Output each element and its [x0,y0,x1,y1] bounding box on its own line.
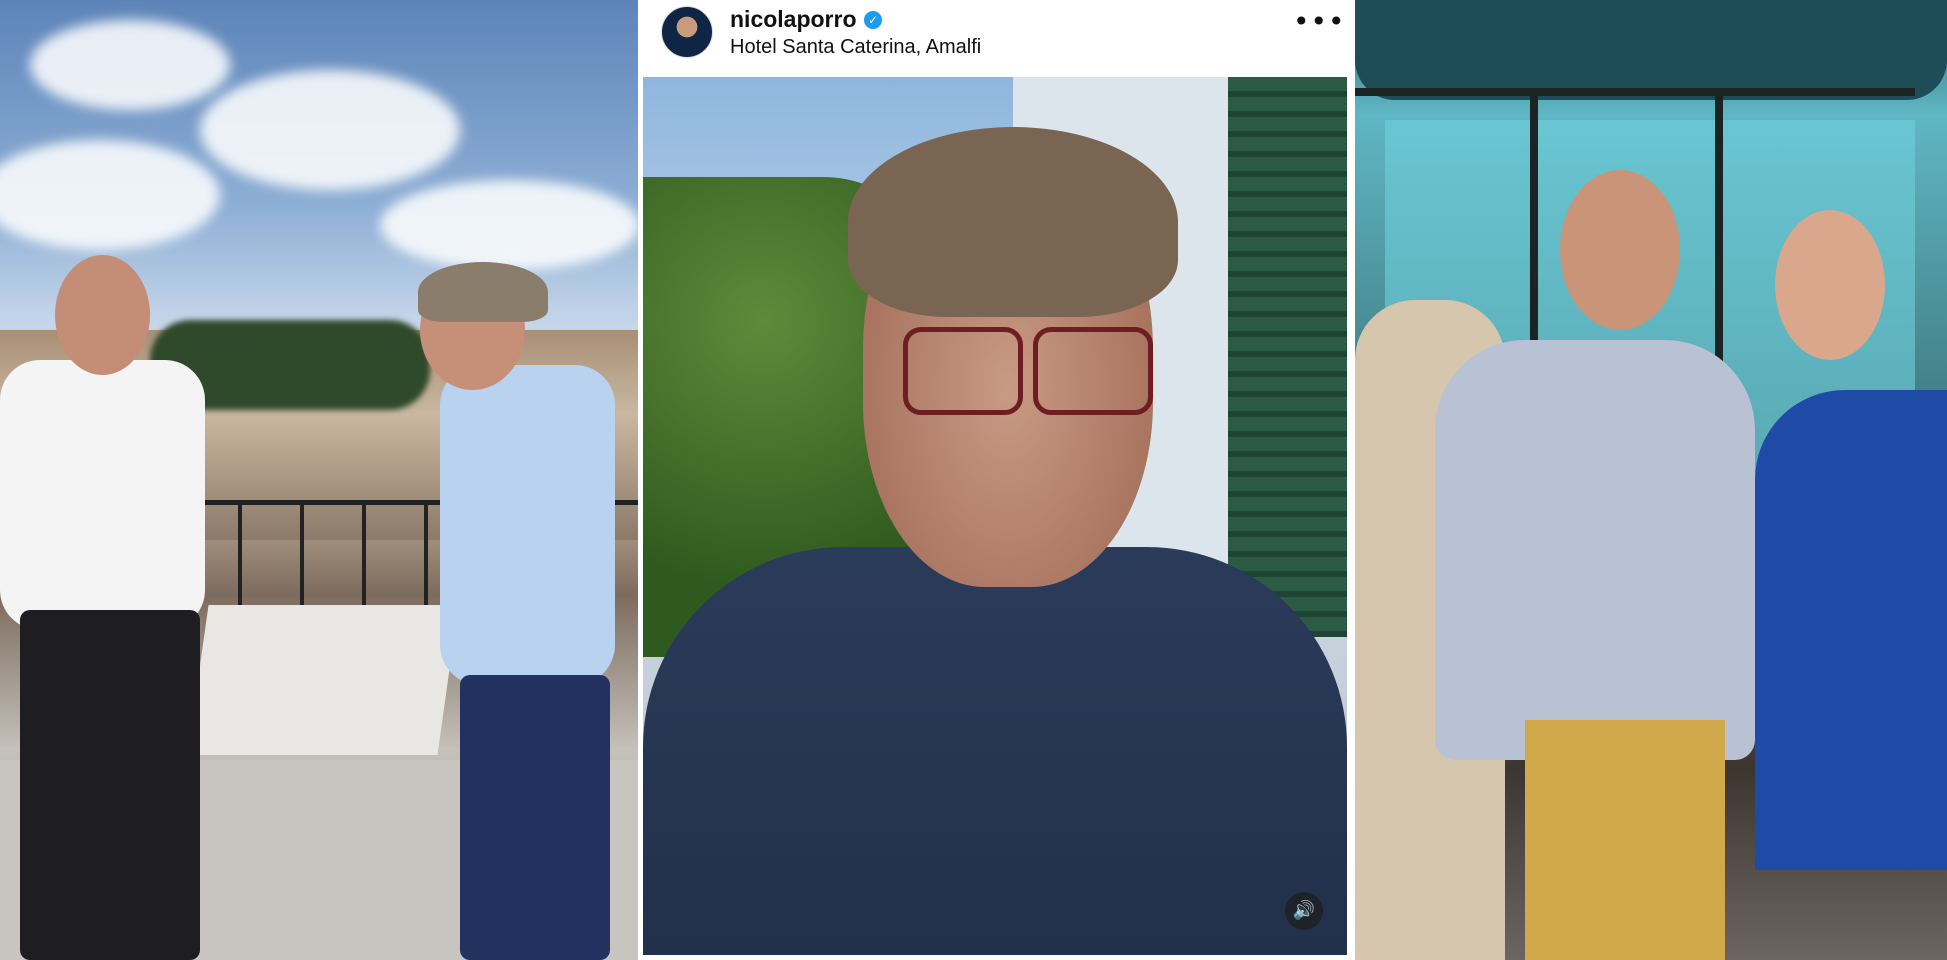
right-photo [1355,0,1947,960]
left-photo [0,0,638,960]
man-smiling-face [1560,170,1680,330]
young-man-face [1775,210,1885,360]
speaker-icon[interactable]: 🔊 [1285,892,1323,930]
instagram-post: nicolaporro ✓ Hotel Santa Caterina, Amal… [643,0,1352,960]
post-header: nicolaporro ✓ Hotel Santa Caterina, Amal… [643,0,1352,76]
cloud [200,70,460,190]
glasses-lens [1033,327,1153,415]
man-white-shirt [0,360,205,630]
navy-polo-shirt [643,547,1347,955]
terrace-table [187,605,459,755]
man-hair [848,127,1178,317]
man2-hair [418,262,548,322]
man-navy-trousers [460,675,610,960]
cloud [0,140,220,250]
profile-avatar[interactable] [661,6,713,58]
man-face [55,255,150,375]
man-light-blue-shirt [1435,340,1755,760]
more-options-icon[interactable]: ••• [1293,8,1346,36]
man-blue-shirt [440,365,615,685]
green-shutter [1228,77,1347,637]
username-link[interactable]: nicolaporro [730,6,857,33]
cloud [30,20,230,110]
glasses-lens [903,327,1023,415]
young-man-blue-tshirt [1755,390,1947,870]
location-link[interactable]: Hotel Santa Caterina, Amalfi [730,36,981,59]
man-dark-trousers [20,610,200,960]
verified-badge-icon: ✓ [864,11,882,29]
mustard-trousers [1525,720,1725,960]
post-video[interactable]: 🔊 [643,77,1347,955]
shop-arch [1355,0,1947,100]
window-frame [1355,88,1915,96]
cloud [380,180,638,270]
